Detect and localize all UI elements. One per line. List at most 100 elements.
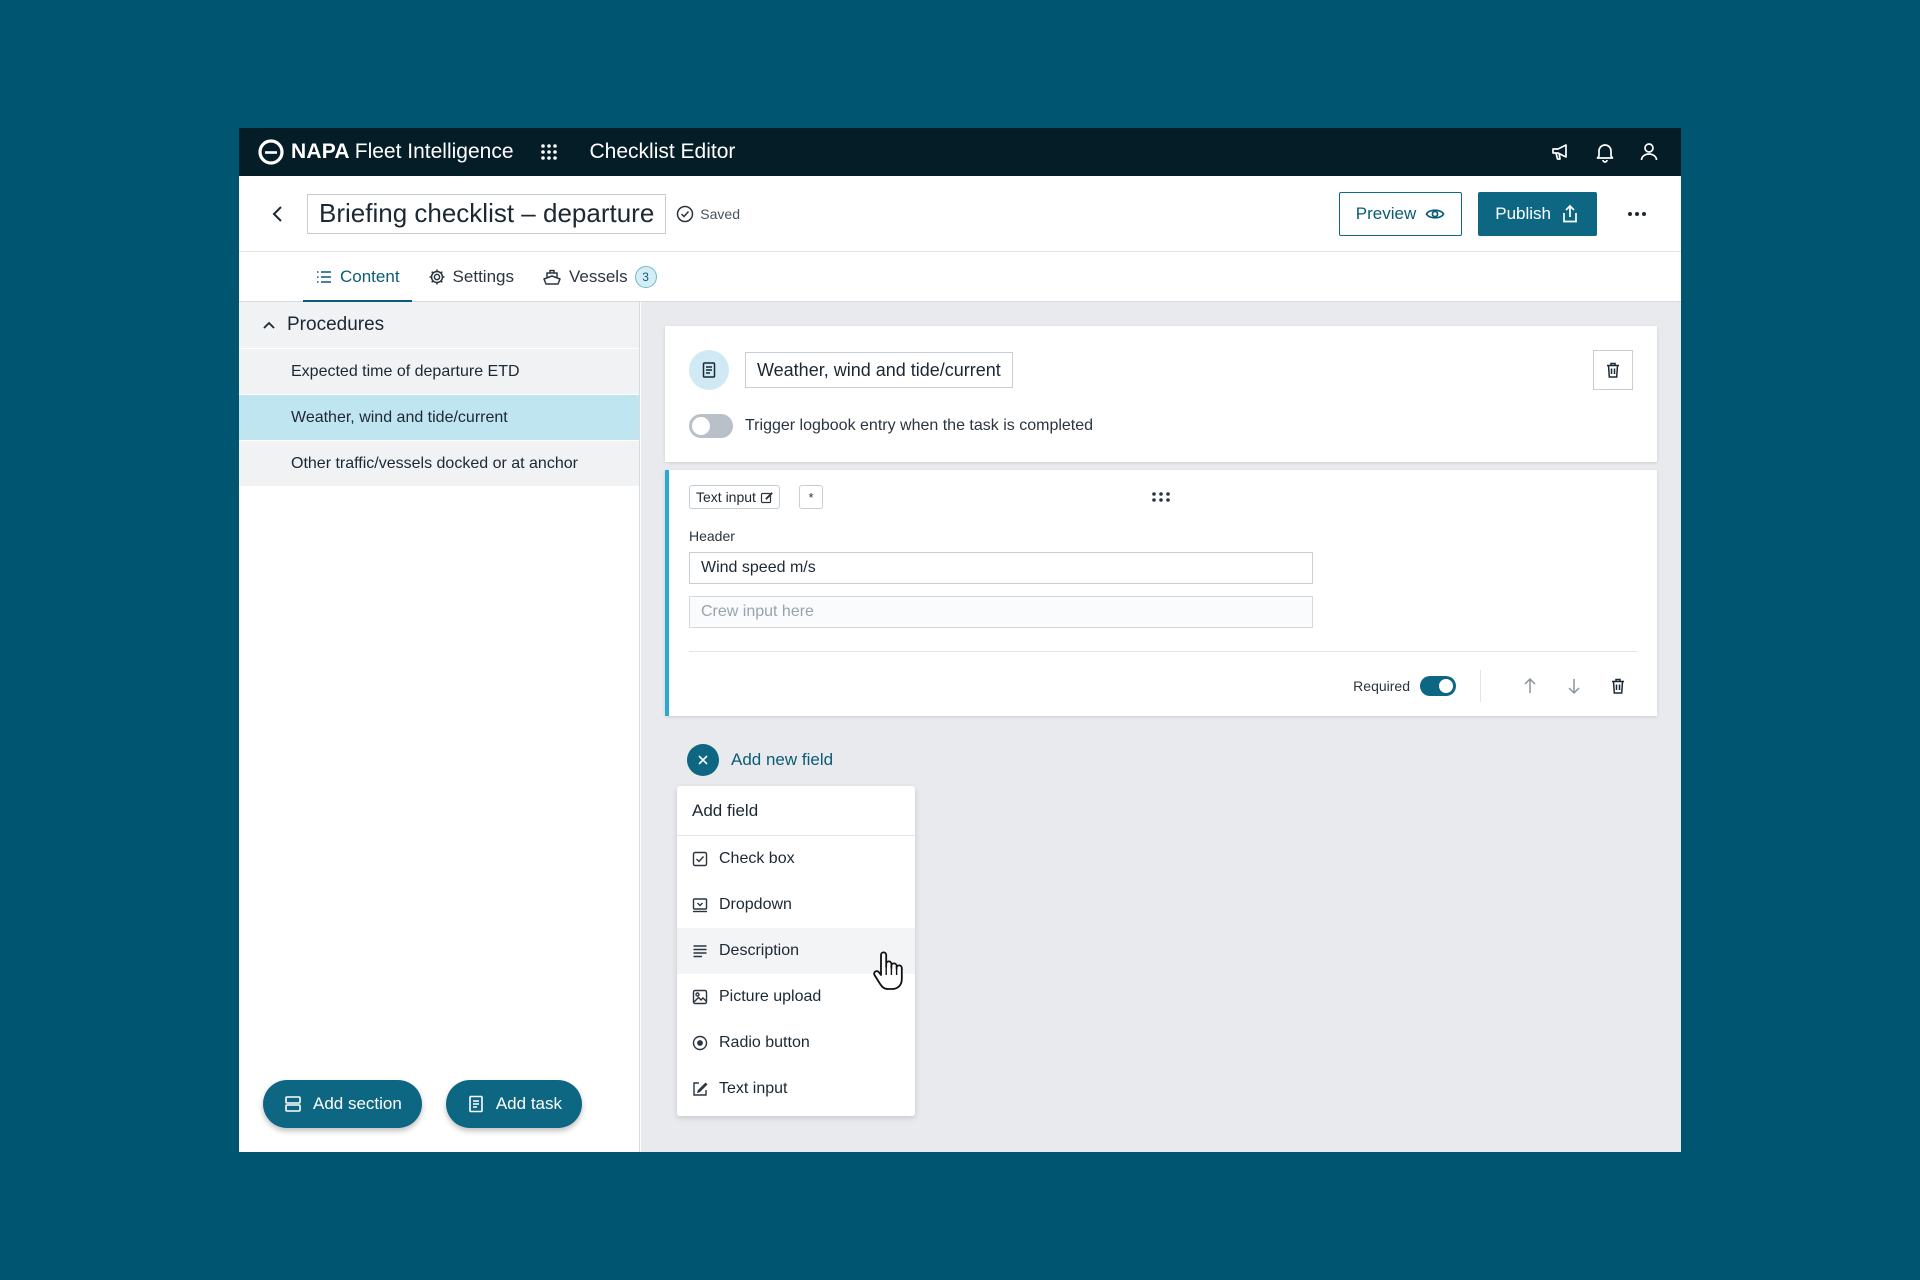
task-document-icon xyxy=(689,350,729,390)
sidebar-item-label: Expected time of departure ETD xyxy=(291,362,520,380)
add-field-menu-title: Add field xyxy=(677,786,915,836)
move-down-button[interactable] xyxy=(1559,671,1589,701)
crew-input-preview[interactable]: Crew input here xyxy=(689,596,1313,628)
task-title-input[interactable]: Weather, wind and tide/current xyxy=(745,352,1013,388)
close-icon xyxy=(687,744,719,776)
field-type-chip[interactable]: Text input xyxy=(689,485,780,509)
image-icon xyxy=(692,989,708,1005)
chevron-up-icon xyxy=(263,321,275,329)
tab-vessels-label: Vessels xyxy=(568,266,628,286)
menu-item-picture-upload[interactable]: Picture upload xyxy=(677,974,915,1020)
section-title: Procedures xyxy=(287,314,385,335)
section-icon xyxy=(285,1096,301,1112)
task-document-icon xyxy=(469,1095,483,1113)
publish-button[interactable]: Publish xyxy=(1478,191,1597,236)
publish-label: Publish xyxy=(1495,203,1551,223)
tab-settings[interactable]: Settings xyxy=(416,252,526,301)
required-label: Required xyxy=(1353,678,1410,694)
checklist-title-input[interactable]: Briefing checklist – departure xyxy=(307,193,667,234)
share-upload-icon xyxy=(1563,204,1577,222)
brand[interactable]: NAPA Fleet Intelligence xyxy=(257,138,514,166)
divider xyxy=(689,651,1637,652)
tab-settings-label: Settings xyxy=(452,266,514,286)
tab-content[interactable]: Content xyxy=(303,252,412,302)
announcements-icon[interactable] xyxy=(1547,138,1575,166)
sidebar-item-label: Weather, wind and tide/current xyxy=(291,408,508,426)
menu-item-label: Dropdown xyxy=(719,896,792,913)
top-bar: NAPA Fleet Intelligence Checklist Editor xyxy=(239,128,1681,176)
menu-item-label: Radio button xyxy=(719,1034,810,1051)
list-icon xyxy=(317,270,331,283)
checkbox-icon xyxy=(692,851,708,867)
app-grid-icon[interactable] xyxy=(538,141,560,163)
dropdown-icon xyxy=(692,898,708,913)
check-circle-icon xyxy=(677,205,694,222)
trash-icon xyxy=(1612,678,1624,694)
add-section-button[interactable]: Add section xyxy=(263,1080,422,1128)
delete-task-button[interactable] xyxy=(1593,350,1633,390)
napa-logo-icon xyxy=(258,139,284,165)
vessels-count-badge: 3 xyxy=(634,265,657,288)
drag-handle-icon[interactable] xyxy=(1149,490,1173,504)
required-marker-chip[interactable]: * xyxy=(799,485,823,509)
add-task-label: Add task xyxy=(495,1094,562,1113)
preview-button[interactable]: Preview xyxy=(1338,191,1463,236)
eye-icon xyxy=(1425,208,1445,219)
editor-header: Briefing checklist – departure Saved Pre… xyxy=(239,176,1681,252)
tab-content-label: Content xyxy=(340,266,400,286)
move-up-button[interactable] xyxy=(1515,671,1545,701)
saved-status: Saved xyxy=(676,205,740,223)
required-toggle[interactable] xyxy=(1420,676,1456,696)
preview-label: Preview xyxy=(1355,203,1417,223)
logbook-trigger-toggle[interactable] xyxy=(689,414,733,438)
field-card-text-input: Text input * Header Wind speed m/s Crew … xyxy=(665,470,1657,716)
tab-bar: Content Settings Vessels 3 xyxy=(239,252,1681,302)
menu-item-label: Text input xyxy=(719,1080,788,1097)
menu-item-label: Description xyxy=(719,942,800,959)
brand-product: Fleet Intelligence xyxy=(354,140,514,163)
more-horizontal-icon xyxy=(1628,211,1646,216)
field-type-label: Text input xyxy=(696,489,756,505)
ship-icon xyxy=(543,269,561,285)
arrow-up-icon xyxy=(1524,677,1536,693)
back-button[interactable] xyxy=(263,199,293,229)
delete-field-button[interactable] xyxy=(1603,671,1633,701)
menu-item-label: Check box xyxy=(719,850,795,867)
app-title: Checklist Editor xyxy=(589,140,736,163)
menu-item-text-input[interactable]: Text input xyxy=(677,1066,915,1112)
header-input[interactable]: Wind speed m/s xyxy=(689,552,1313,584)
arrow-down-icon xyxy=(1568,679,1580,695)
logbook-trigger-label: Trigger logbook entry when the task is c… xyxy=(745,417,1094,434)
add-task-button[interactable]: Add task xyxy=(445,1080,582,1128)
add-new-field-label: Add new field xyxy=(731,750,834,769)
user-icon[interactable] xyxy=(1635,138,1663,166)
editor-main: Weather, wind and tide/current Trigger l… xyxy=(641,302,1681,1152)
bell-icon[interactable] xyxy=(1591,138,1619,166)
radio-icon xyxy=(692,1035,708,1051)
more-options-button[interactable] xyxy=(1623,200,1651,228)
section-procedures[interactable]: Procedures xyxy=(239,302,639,348)
menu-item-check-box[interactable]: Check box xyxy=(677,836,915,882)
sidebar-item-other-traffic[interactable]: Other traffic/vessels docked or at ancho… xyxy=(239,440,639,486)
add-new-field-button[interactable]: Add new field xyxy=(687,744,833,776)
menu-item-radio-button[interactable]: Radio button xyxy=(677,1020,915,1066)
sidebar-item-etd[interactable]: Expected time of departure ETD xyxy=(239,348,639,394)
divider xyxy=(1480,670,1481,702)
menu-item-description[interactable]: Description xyxy=(677,928,915,974)
chevron-left-icon xyxy=(272,205,282,222)
gear-icon xyxy=(429,269,445,284)
header-label: Header xyxy=(689,528,735,544)
sidebar: Procedures Expected time of departure ET… xyxy=(239,302,640,1152)
task-card: Weather, wind and tide/current Trigger l… xyxy=(665,326,1657,462)
menu-item-label: Picture upload xyxy=(719,988,822,1005)
sidebar-item-label: Other traffic/vessels docked or at ancho… xyxy=(291,454,578,472)
checklist-editor-window: NAPA Fleet Intelligence Checklist Editor xyxy=(239,128,1681,1152)
trash-icon xyxy=(1607,362,1619,378)
sidebar-item-weather[interactable]: Weather, wind and tide/current xyxy=(239,394,639,440)
text-align-icon xyxy=(693,945,707,958)
saved-label: Saved xyxy=(700,205,740,222)
brand-name: NAPA xyxy=(291,140,350,163)
edit-icon xyxy=(760,491,773,503)
tab-vessels[interactable]: Vessels 3 xyxy=(530,252,669,301)
menu-item-dropdown[interactable]: Dropdown xyxy=(677,882,915,928)
